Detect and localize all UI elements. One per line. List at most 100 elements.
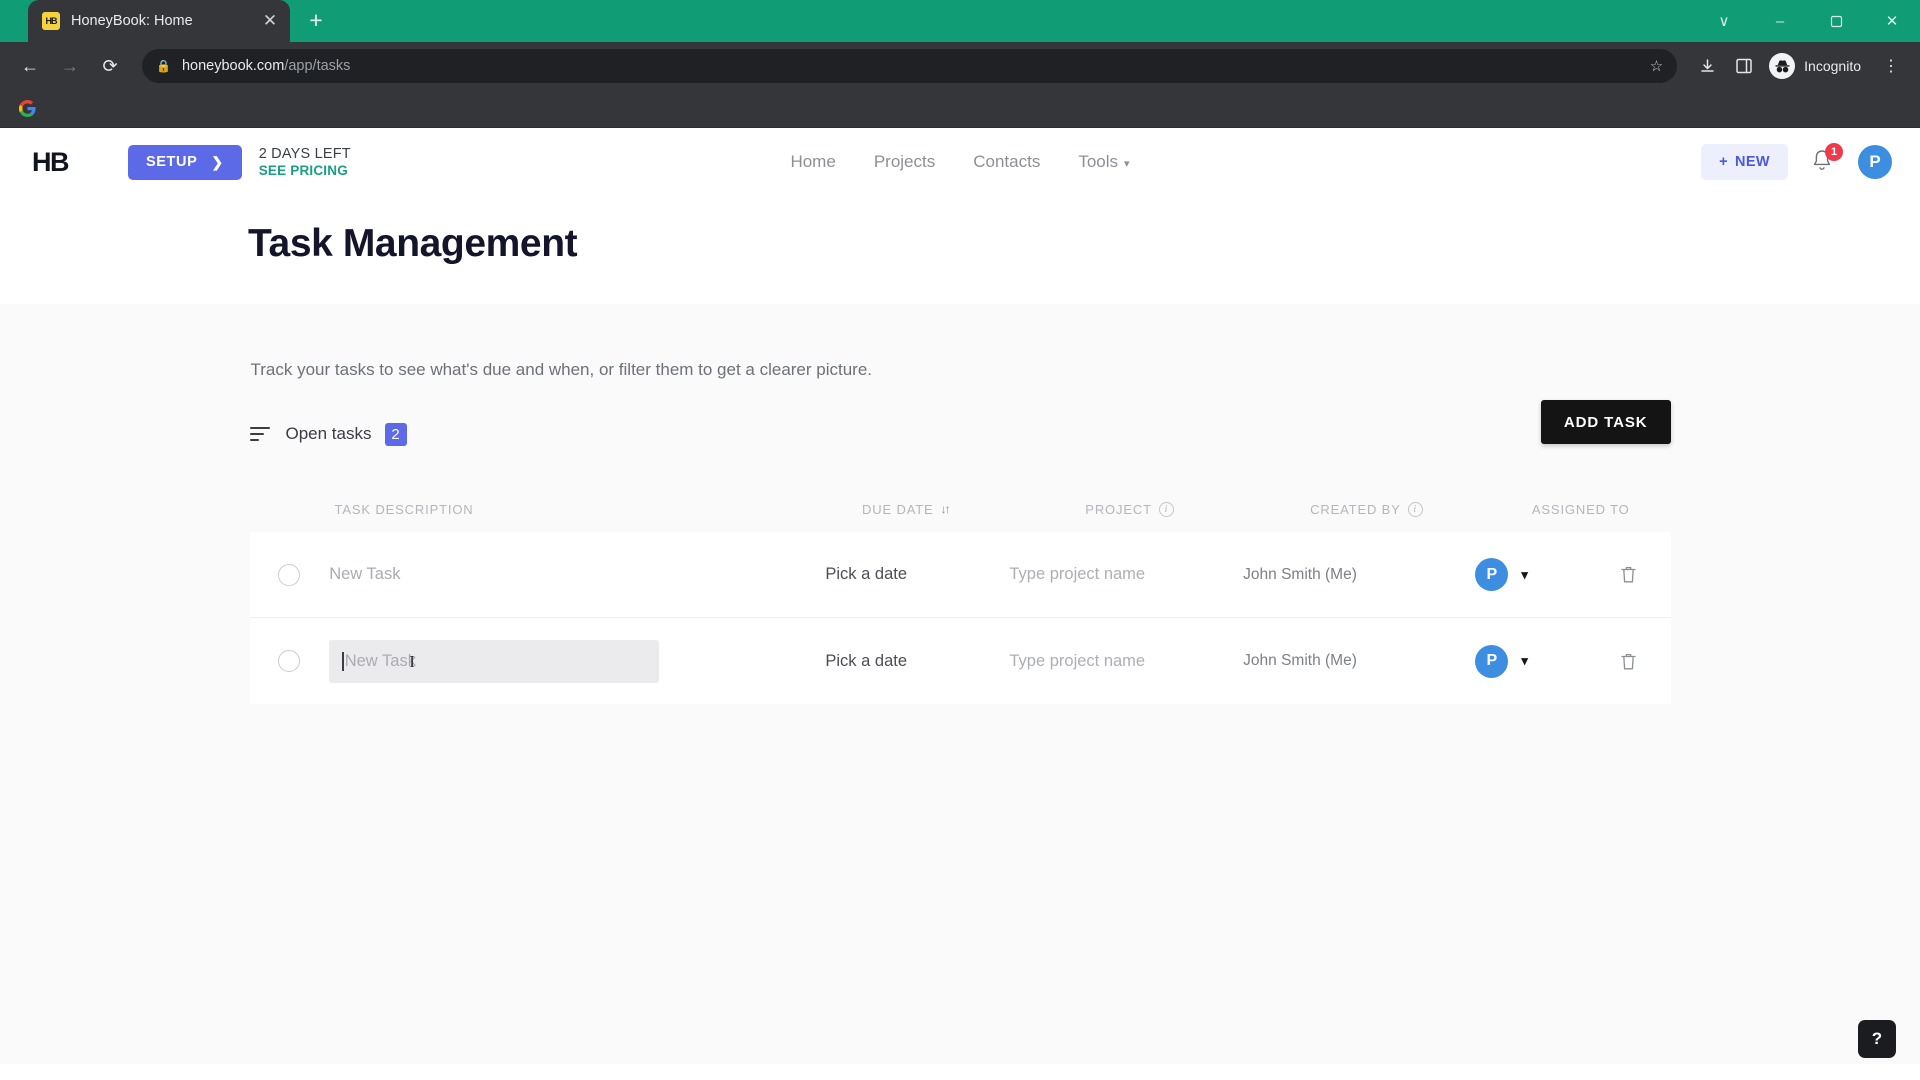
maximize-icon — [1830, 15, 1842, 27]
notifications-button[interactable]: 1 — [1810, 143, 1843, 176]
assigned-to-cell[interactable]: P ▾ — [1417, 644, 1586, 678]
nav-item-home[interactable]: Home — [790, 152, 835, 172]
bookmark-star-icon[interactable]: ☆ — [1650, 57, 1663, 75]
project-input[interactable]: Type project name — [972, 652, 1183, 671]
see-pricing-link[interactable]: SEE PRICING — [259, 163, 351, 180]
minimize-button[interactable]: – — [1752, 0, 1808, 42]
new-button[interactable]: + NEW — [1701, 144, 1788, 180]
lock-icon: 🔒 — [156, 59, 171, 73]
page-title-band: Task Management — [0, 196, 1920, 304]
chevron-down-icon[interactable]: ▾ — [1521, 567, 1528, 583]
url-text: honeybook.com/app/tasks — [182, 58, 350, 74]
honeybook-logo[interactable]: HB — [32, 147, 70, 178]
trash-icon — [1621, 566, 1636, 583]
add-task-button[interactable]: ADD TASK — [1540, 400, 1671, 444]
column-header-task-description: TASK DESCRIPTION — [334, 501, 474, 517]
task-table: TASK DESCRIPTION DUE DATE ↓↑ PROJECT i C… — [249, 486, 1671, 704]
due-date-picker[interactable]: Pick a date — [761, 652, 972, 671]
page-content: Track your tasks to see what's due and w… — [0, 304, 1920, 1064]
help-button[interactable]: ? — [1858, 1020, 1896, 1058]
main-navigation: Home Projects Contacts Tools ▾ — [790, 152, 1129, 172]
nav-item-tools[interactable]: Tools ▾ — [1078, 152, 1129, 172]
trial-days-left: 2 DAYS LEFT — [258, 145, 351, 162]
close-window-button[interactable]: ✕ — [1864, 0, 1920, 42]
setup-label: SETUP — [146, 154, 198, 170]
project-label: PROJECT — [1085, 501, 1152, 517]
window-controls: ∨ – ✕ — [1696, 0, 1920, 42]
assignee-avatar[interactable]: P — [1475, 644, 1509, 678]
created-by-label: CREATED BY — [1310, 501, 1401, 517]
download-icon[interactable] — [1690, 49, 1724, 83]
page-viewport: HB SETUP ❯ 2 DAYS LEFT SEE PRICING Home … — [0, 128, 1920, 1080]
column-header-project: PROJECT i — [1017, 501, 1241, 517]
nav-item-contacts[interactable]: Contacts — [973, 152, 1040, 172]
task-description-input[interactable]: New Task I — [329, 639, 660, 683]
page-subtitle: Track your tasks to see what's due and w… — [250, 360, 873, 379]
table-row: New Task Pick a date Type project name J… — [249, 532, 1671, 618]
incognito-avatar — [1769, 53, 1796, 79]
task-description-placeholder: New Task — [329, 565, 401, 583]
url-path: /app/tasks — [284, 58, 351, 74]
address-bar[interactable]: 🔒 honeybook.com/app/tasks ☆ — [142, 49, 1678, 83]
notification-count-badge: 1 — [1825, 143, 1843, 161]
browser-tab[interactable]: HB HoneyBook: Home ✕ — [28, 0, 290, 42]
task-complete-cell — [250, 650, 330, 672]
task-complete-checkbox[interactable] — [278, 650, 301, 672]
created-by-value: John Smith (Me) — [1243, 565, 1357, 583]
due-date-label: DUE DATE — [862, 501, 934, 517]
open-tasks-count-badge: 2 — [384, 422, 407, 446]
task-description-cell[interactable]: New Task — [329, 565, 760, 584]
reload-button[interactable]: ⟳ — [92, 48, 128, 84]
sort-icon: ↓↑ — [940, 502, 951, 516]
plus-icon: + — [1719, 154, 1728, 170]
back-button[interactable]: ← — [12, 48, 48, 84]
table-row: New Task I Pick a date Type project name… — [249, 618, 1671, 704]
profile-chip[interactable]: Incognito — [1765, 49, 1871, 83]
assigned-to-cell[interactable]: P ▾ — [1417, 558, 1586, 591]
url-domain: honeybook.com — [181, 58, 285, 74]
delete-task-button[interactable] — [1586, 651, 1670, 672]
setup-button[interactable]: SETUP ❯ — [128, 144, 242, 180]
info-icon[interactable]: i — [1158, 501, 1174, 517]
chevron-down-icon[interactable]: ▾ — [1521, 653, 1528, 669]
trial-status: 2 DAYS LEFT SEE PRICING — [259, 145, 351, 180]
tab-close-icon[interactable]: ✕ — [260, 11, 280, 31]
task-description-placeholder: New Task — [344, 651, 416, 670]
browser-menu-icon[interactable]: ⋮ — [1874, 49, 1908, 83]
incognito-icon — [1775, 59, 1790, 72]
assignee-avatar[interactable]: P — [1475, 558, 1509, 591]
created-by-value: John Smith (Me) — [1243, 652, 1357, 669]
nav-tools-label: Tools — [1078, 152, 1119, 171]
chevron-right-icon: ❯ — [211, 153, 224, 170]
text-caret — [342, 651, 344, 671]
user-avatar[interactable]: P — [1858, 145, 1892, 179]
project-input[interactable]: Type project name — [972, 565, 1183, 584]
google-bookmark-icon[interactable] — [14, 96, 40, 122]
trash-icon — [1621, 653, 1636, 669]
filter-row: Open tasks 2 ADD TASK — [249, 400, 1671, 458]
tab-search-chevron-icon[interactable]: ∨ — [1696, 0, 1752, 42]
info-icon[interactable]: i — [1407, 501, 1423, 517]
text-cursor-icon: I — [409, 651, 415, 671]
task-complete-cell — [250, 563, 330, 586]
task-complete-checkbox[interactable] — [278, 563, 301, 586]
column-header-created-by: CREATED BY i — [1242, 501, 1491, 517]
delete-task-button[interactable] — [1586, 564, 1670, 585]
maximize-button[interactable] — [1808, 0, 1864, 42]
browser-toolbar: ← → ⟳ 🔒 honeybook.com/app/tasks ☆ Incogn… — [0, 42, 1920, 90]
bookmarks-bar — [0, 90, 1920, 128]
side-panel-icon[interactable] — [1727, 49, 1761, 83]
filter-icon[interactable] — [249, 427, 270, 441]
column-header-due-date[interactable]: DUE DATE ↓↑ — [793, 502, 1017, 517]
honeybook-favicon: HB — [42, 12, 60, 30]
open-tasks-filter-label[interactable]: Open tasks — [286, 424, 372, 444]
header-actions: + NEW 1 P — [1701, 143, 1892, 180]
new-tab-button[interactable]: + — [299, 4, 333, 38]
new-button-label: NEW — [1734, 154, 1770, 170]
due-date-picker[interactable]: Pick a date — [761, 565, 972, 584]
app-header: HB SETUP ❯ 2 DAYS LEFT SEE PRICING Home … — [0, 128, 1920, 196]
nav-item-projects[interactable]: Projects — [874, 152, 935, 172]
task-description-cell[interactable]: New Task I — [329, 639, 760, 683]
forward-button: → — [61, 55, 79, 76]
table-header-row: TASK DESCRIPTION DUE DATE ↓↑ PROJECT i C… — [250, 486, 1671, 532]
